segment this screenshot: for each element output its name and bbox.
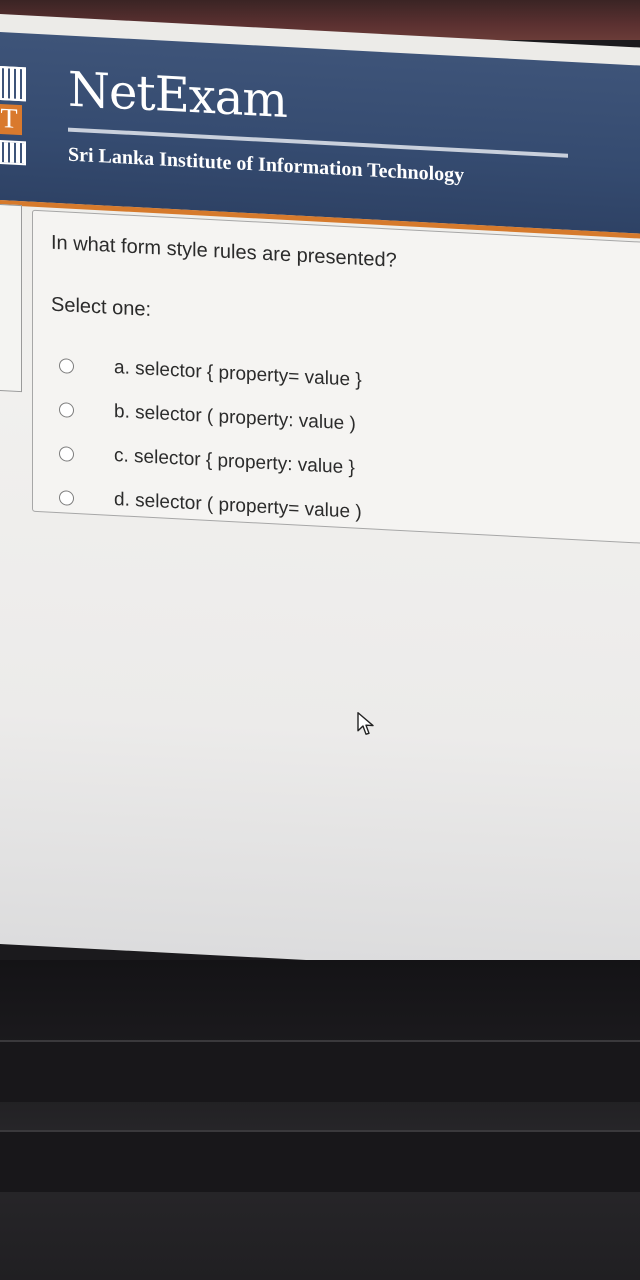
logo-base-icon: [0, 139, 26, 166]
institute-name: Sri Lanka Institute of Information Techn…: [68, 143, 465, 187]
laptop-keyboard-deck: [0, 960, 640, 1280]
radio-button-a[interactable]: [59, 357, 74, 374]
question-card: In what form style rules are presented? …: [32, 209, 640, 546]
logo-letter-icon: T: [0, 103, 22, 136]
question-text: In what form style rules are presented?: [51, 231, 397, 272]
site-header: T NetExam Sri Lanka Institute of Informa…: [0, 32, 640, 239]
answer-option-c[interactable]: c. selector { property: value }: [59, 438, 355, 484]
radio-button-c[interactable]: [59, 445, 74, 462]
answer-prompt: Select one:: [51, 293, 152, 321]
answer-option-label[interactable]: d. selector ( property= value ): [114, 489, 362, 524]
quiz-navigation-panel: [0, 203, 22, 393]
institute-logo: T: [0, 65, 26, 166]
keyboard-row: [0, 1040, 640, 1102]
site-brand: NetExam: [68, 61, 287, 130]
answer-option-label[interactable]: a. selector { property= value }: [114, 357, 362, 392]
keyboard-row: [0, 1130, 640, 1192]
logo-grid-icon: [0, 65, 26, 102]
answer-option-a[interactable]: a. selector { property= value }: [59, 350, 362, 396]
radio-button-b[interactable]: [59, 401, 74, 418]
answer-option-label[interactable]: b. selector ( property: value ): [114, 401, 356, 436]
radio-button-d[interactable]: [59, 489, 74, 506]
answer-option-b[interactable]: b. selector ( property: value ): [59, 394, 356, 440]
answer-option-d[interactable]: d. selector ( property= value ): [59, 482, 362, 528]
mouse-pointer-icon: [357, 712, 374, 735]
browser-viewport: T NetExam Sri Lanka Institute of Informa…: [0, 14, 640, 978]
answer-option-label[interactable]: c. selector { property: value }: [114, 445, 355, 480]
